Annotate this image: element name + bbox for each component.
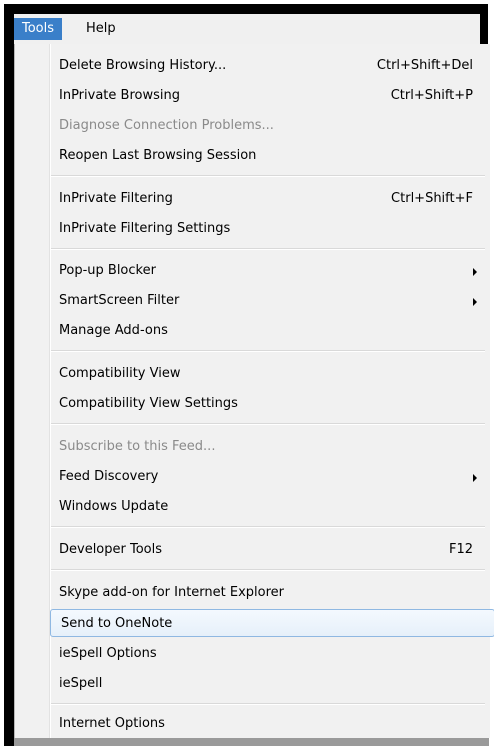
menu-separator — [51, 175, 485, 177]
menu-item-compatibility-view[interactable]: Compatibility View — [49, 360, 487, 388]
menu-separator — [51, 350, 485, 352]
menu-item-label: Subscribe to this Feed... — [59, 439, 216, 454]
menu-item-shortcut: Ctrl+Shift+Del — [376, 58, 473, 73]
menu-item-label: Compatibility View — [59, 366, 181, 381]
menu-item-inprivate-browsing[interactable]: InPrivate Browsing Ctrl+Shift+P — [49, 82, 487, 110]
menu-item-manage-addons[interactable]: Manage Add-ons — [49, 317, 487, 345]
menu-item-label: Windows Update — [59, 499, 169, 514]
submenu-arrow-icon — [473, 298, 477, 306]
menu-item-smartscreen-filter[interactable]: SmartScreen Filter — [49, 287, 487, 315]
menu-item-label: ieSpell — [59, 676, 103, 691]
menu-item-label: InPrivate Filtering Settings — [59, 221, 231, 236]
submenu-arrow-icon — [473, 268, 477, 276]
menu-item-label: Reopen Last Browsing Session — [59, 148, 257, 163]
menu-separator — [51, 703, 485, 705]
menu-item-skype-addon[interactable]: Skype add-on for Internet Explorer — [49, 579, 487, 607]
menu-item-label: Compatibility View Settings — [59, 396, 238, 411]
menu-item-internet-options[interactable]: Internet Options — [49, 710, 487, 738]
menu-item-windows-update[interactable]: Windows Update — [49, 493, 487, 521]
menu-item-label: Feed Discovery — [59, 469, 159, 484]
menu-item-send-to-onenote[interactable]: Send to OneNote — [50, 609, 494, 637]
menu-item-reopen-last-session[interactable]: Reopen Last Browsing Session — [49, 142, 487, 170]
menu-item-label: Pop-up Blocker — [59, 263, 156, 278]
menu-item-delete-browsing-history[interactable]: Delete Browsing History... Ctrl+Shift+De… — [49, 52, 487, 80]
menu-item-subscribe-feed: Subscribe to this Feed... — [49, 433, 487, 461]
menu-item-label: ieSpell Options — [59, 646, 157, 661]
menu-help[interactable]: Help — [78, 18, 124, 40]
submenu-arrow-icon — [473, 474, 477, 482]
menu-item-iespell-options[interactable]: ieSpell Options — [49, 640, 487, 668]
menu-item-label: Delete Browsing History... — [59, 58, 227, 73]
menu-item-developer-tools[interactable]: Developer Tools F12 — [49, 536, 487, 564]
window-bottom-edge — [14, 738, 489, 746]
menu-item-label: Diagnose Connection Problems... — [59, 118, 274, 133]
menu-bar: Tools Help — [14, 14, 480, 45]
menu-separator — [51, 248, 485, 250]
menu-item-shortcut: Ctrl+Shift+P — [390, 88, 473, 103]
menu-item-shortcut: F12 — [448, 542, 473, 557]
menu-item-label: Internet Options — [59, 716, 165, 731]
menu-item-diagnose-connection: Diagnose Connection Problems... — [49, 112, 487, 140]
menu-separator — [51, 423, 485, 425]
tools-dropdown-menu: Delete Browsing History... Ctrl+Shift+De… — [14, 44, 494, 738]
menu-item-label: InPrivate Filtering — [59, 191, 173, 206]
menu-item-label: Skype add-on for Internet Explorer — [59, 585, 285, 600]
menu-item-popup-blocker[interactable]: Pop-up Blocker — [49, 257, 487, 285]
menu-item-label: Developer Tools — [59, 542, 163, 557]
menu-tools[interactable]: Tools — [14, 18, 63, 40]
menu-item-compatibility-view-settings[interactable]: Compatibility View Settings — [49, 390, 487, 418]
menu-separator — [51, 569, 485, 571]
menu-item-label: InPrivate Browsing — [59, 88, 180, 103]
menu-item-label: SmartScreen Filter — [59, 293, 180, 308]
menu-item-label: Manage Add-ons — [59, 323, 168, 338]
menu-item-iespell[interactable]: ieSpell — [49, 670, 487, 698]
menu-separator — [51, 526, 485, 528]
menu-item-inprivate-filtering[interactable]: InPrivate Filtering Ctrl+Shift+F — [49, 185, 487, 213]
menu-item-shortcut: Ctrl+Shift+F — [391, 191, 473, 206]
menu-item-feed-discovery[interactable]: Feed Discovery — [49, 463, 487, 491]
menu-item-inprivate-filtering-settings[interactable]: InPrivate Filtering Settings — [49, 215, 487, 243]
menu-item-label: Send to OneNote — [61, 616, 173, 631]
